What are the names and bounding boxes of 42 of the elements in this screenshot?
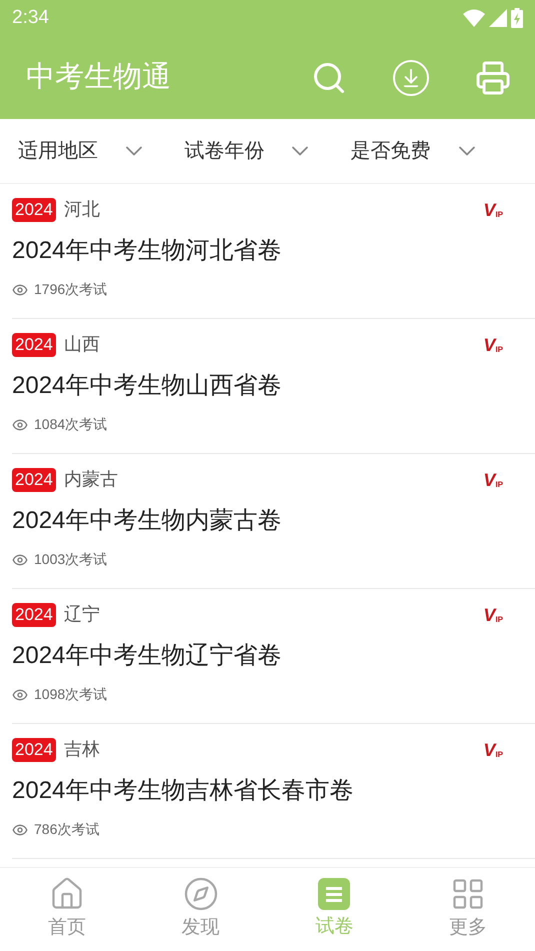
filter-dropdown[interactable]: 适用地区 (18, 136, 184, 166)
paper-title[interactable]: 2024年中考生物辽宁省卷 (12, 638, 535, 674)
status-time: 2:34 (12, 6, 49, 30)
filter-dropdown[interactable]: 是否免费 (350, 136, 517, 166)
eye-icon (12, 552, 28, 568)
paper-title[interactable]: 2024年中考生物吉林省长春市卷 (12, 773, 535, 809)
view-count: 786次考试 (34, 820, 100, 839)
vip-label: VIP (483, 606, 503, 624)
view-count: 1084次考试 (34, 415, 108, 434)
vip-label: VIP (483, 336, 503, 354)
region-label: 内蒙古 (64, 468, 119, 491)
vip-label: VIP (483, 200, 503, 218)
view-count: 1098次考试 (34, 685, 108, 704)
vip-label: VIP (483, 740, 503, 758)
printer-icon[interactable] (475, 60, 511, 96)
eye-icon (12, 822, 28, 838)
year-tag: 2024 (12, 198, 56, 222)
list-icon (317, 877, 352, 912)
region-label: 辽宁 (64, 603, 101, 626)
app-title: 中考生物通 (26, 60, 172, 95)
view-count: 1003次考试 (34, 550, 108, 569)
region-label: 河北 (64, 198, 101, 221)
battery-icon (511, 8, 523, 28)
view-count: 1796次考试 (34, 280, 108, 299)
filter-dropdown[interactable]: 试卷年份 (184, 136, 351, 166)
download-icon[interactable] (393, 60, 429, 96)
vip-label: VIP (483, 470, 503, 488)
year-tag: 2024 (12, 468, 56, 492)
signal-icon (489, 9, 507, 27)
year-tag: 2024 (12, 602, 56, 626)
paper-title[interactable]: 2024年中考生物河北省卷 (12, 233, 535, 269)
eye-icon (12, 686, 28, 702)
eye-icon (12, 282, 28, 298)
eye-icon (12, 416, 28, 432)
year-tag: 2024 (12, 332, 56, 356)
region-label: 山西 (64, 333, 101, 356)
paper-title[interactable]: 2024年中考生物山西省卷 (12, 368, 535, 404)
wifi-icon (463, 9, 485, 27)
compass-icon (182, 876, 219, 912)
year-tag: 2024 (12, 738, 56, 762)
region-label: 吉林 (64, 738, 101, 761)
paper-title[interactable]: 2024年中考生物内蒙古卷 (12, 503, 535, 539)
